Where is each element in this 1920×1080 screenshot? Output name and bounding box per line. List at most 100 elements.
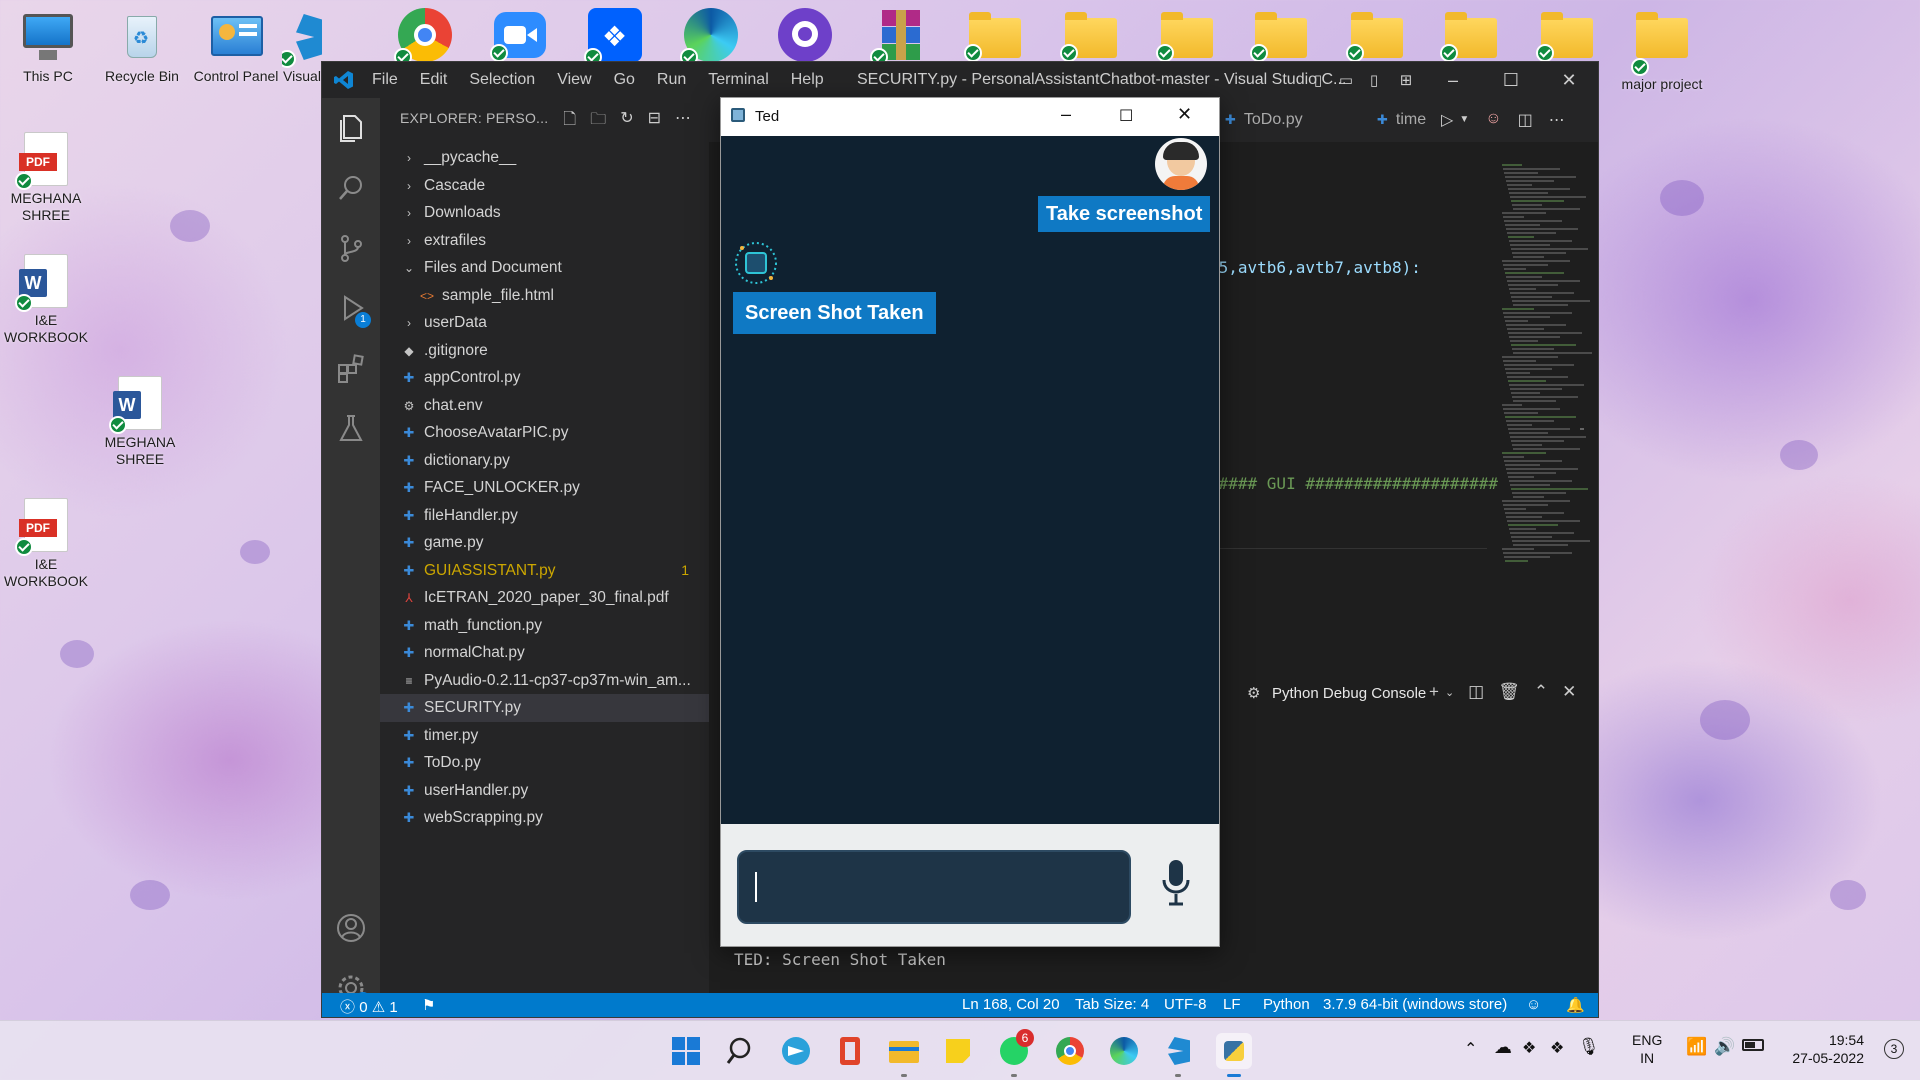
message-input[interactable] — [737, 850, 1131, 924]
sticky-notes-icon[interactable] — [940, 1033, 976, 1069]
folder-shortcut-icon[interactable] — [1346, 10, 1404, 64]
desktop-icon-recycle-bin[interactable]: ♻ Recycle Bin — [96, 10, 188, 85]
file-tree-item[interactable]: › Downloads — [380, 199, 709, 227]
file-tree-item[interactable]: ◆ .gitignore — [380, 337, 709, 365]
file-tree-item[interactable]: › extrafiles — [380, 227, 709, 255]
folder-shortcut-icon[interactable] — [1440, 10, 1498, 64]
edge-taskbar-icon[interactable] — [1106, 1033, 1142, 1069]
toggle-secondary-sidebar-icon[interactable]: ▯ — [1360, 71, 1388, 89]
menu-run[interactable]: Run — [657, 71, 686, 89]
folder-shortcut-icon[interactable] — [964, 10, 1022, 64]
cursor-position[interactable]: Ln 168, Col 20 — [962, 996, 1060, 1013]
file-tree-item[interactable]: › Cascade — [380, 172, 709, 200]
ted-minimize-button[interactable]: – — [1061, 104, 1071, 125]
notification-center-badge[interactable]: 3 — [1884, 1039, 1904, 1059]
desktop-icon-this-pc[interactable]: This PC — [2, 10, 94, 85]
desktop-icon-control-panel[interactable]: Control Panel — [190, 10, 282, 85]
source-control-icon[interactable] — [335, 232, 367, 264]
chrome-taskbar-icon[interactable] — [1052, 1033, 1088, 1069]
ted-maximize-button[interactable]: ☐ — [1119, 106, 1133, 126]
show-hidden-icons[interactable]: ⌃ — [1464, 1039, 1477, 1059]
folder-shortcut-icon[interactable] — [1536, 10, 1594, 64]
toggle-panel-icon[interactable]: ▭ — [1332, 71, 1360, 89]
file-tree-item[interactable]: ✚ SECURITY.py — [380, 694, 709, 722]
file-tree-item[interactable]: ⚙ chat.env — [380, 392, 709, 420]
vscode-taskbar-icon[interactable] — [1160, 1033, 1196, 1077]
desktop-icon-ie-workbook-word[interactable]: W I&E WORKBOOK — [0, 254, 92, 346]
split-terminal-icon[interactable]: ◫ — [1468, 682, 1484, 702]
extensions-icon[interactable] — [335, 352, 367, 384]
terminal-title[interactable]: Python Debug Console — [1272, 685, 1426, 702]
python-taskbar-icon[interactable] — [1216, 1033, 1252, 1077]
zoom-shortcut-icon[interactable] — [490, 12, 546, 62]
desktop-icon-visual-studio-code[interactable]: Visual — [282, 10, 322, 85]
battery-icon[interactable] — [1742, 1039, 1764, 1051]
split-editor-icon[interactable]: ◫ — [1518, 110, 1533, 130]
new-terminal-icon[interactable]: + — [1429, 682, 1439, 702]
taskbar-search-icon[interactable] — [724, 1033, 760, 1069]
problems-status[interactable]: ⓧ 0 ⚠ 1 — [340, 996, 398, 1017]
winrar-shortcut-icon[interactable] — [870, 10, 928, 66]
run-dropdown-icon[interactable]: ▼ — [1459, 114, 1469, 130]
github-shortcut-icon[interactable] — [778, 8, 832, 62]
testing-icon[interactable] — [335, 412, 367, 444]
menu-selection[interactable]: Selection — [469, 71, 535, 89]
desktop-icon-meghana-pdf[interactable]: PDF MEGHANA SHREE — [0, 132, 92, 224]
more-actions-icon[interactable]: ⋯ — [675, 108, 691, 135]
live-share-icon[interactable]: ⚑ — [422, 996, 435, 1014]
editor-more-icon[interactable]: ⋯ — [1549, 110, 1565, 130]
file-tree-item[interactable]: ✚ game.py — [380, 529, 709, 557]
microphone-tray-icon[interactable]: 🎙 — [1578, 1037, 1600, 1057]
clock[interactable]: 19:54 27-05-2022 — [1782, 1031, 1864, 1067]
file-tree-item[interactable]: ✚ GUIASSISTANT.py 1 — [380, 557, 709, 585]
close-panel-icon[interactable]: ✕ — [1562, 682, 1576, 702]
menu-file[interactable]: File — [372, 71, 398, 89]
file-tree-item[interactable]: ✚ math_function.py — [380, 612, 709, 640]
file-tree-item[interactable]: ✚ ChooseAvatarPIC.py — [380, 419, 709, 447]
file-tree-item[interactable]: › __pycache__ — [380, 144, 709, 172]
dropbox-shortcut-icon[interactable]: ❖ — [584, 8, 642, 66]
file-tree-item[interactable]: <> sample_file.html — [380, 282, 709, 310]
menu-help[interactable]: Help — [791, 71, 824, 89]
desktop-icon-major-project[interactable]: major project — [1616, 10, 1708, 93]
file-tree-item[interactable]: ✚ ToDo.py — [380, 749, 709, 777]
edge-shortcut-icon[interactable] — [680, 8, 738, 66]
line-ending[interactable]: LF — [1223, 996, 1241, 1013]
search-icon[interactable] — [335, 172, 367, 204]
explorer-icon[interactable] — [335, 112, 367, 144]
office-icon[interactable] — [832, 1033, 868, 1069]
minimap[interactable] — [1502, 162, 1592, 662]
copilot-face-icon[interactable]: ☺ — [1485, 110, 1501, 130]
tab-timer[interactable]: ✚ time — [1377, 98, 1426, 142]
volume-icon[interactable]: 🔊 — [1714, 1037, 1735, 1057]
menu-edit[interactable]: Edit — [420, 71, 448, 89]
file-tree-item[interactable]: ✚ timer.py — [380, 722, 709, 750]
file-tree-item[interactable]: ⌄ Files and Document — [380, 254, 709, 282]
file-tree-item[interactable]: ✚ normalChat.py — [380, 639, 709, 667]
file-tree-item[interactable]: ✚ userHandler.py — [380, 777, 709, 805]
microphone-icon[interactable] — [1161, 858, 1191, 908]
chrome-shortcut-icon[interactable] — [394, 8, 452, 66]
notifications-bell-icon[interactable]: 🔔 — [1566, 996, 1585, 1014]
file-tree-item[interactable]: ⅄ IcETRAN_2020_paper_30_final.pdf — [380, 584, 709, 612]
folder-shortcut-icon[interactable] — [1060, 10, 1118, 64]
folder-shortcut-icon[interactable] — [1250, 10, 1308, 64]
desktop-icon-meghana-word[interactable]: W MEGHANA SHREE — [94, 376, 186, 468]
new-file-icon[interactable]: 🗋 — [563, 108, 576, 135]
run-file-icon[interactable]: ▷ — [1441, 110, 1453, 130]
account-icon[interactable] — [335, 912, 367, 944]
desktop-icon-ie-workbook-pdf[interactable]: PDF I&E WORKBOOK — [0, 498, 92, 590]
file-tree-item[interactable]: ✚ appControl.py — [380, 364, 709, 392]
language-mode[interactable]: Python — [1263, 996, 1310, 1013]
kill-terminal-icon[interactable]: 🗑 — [1498, 682, 1520, 702]
folder-shortcut-icon[interactable] — [1156, 10, 1214, 64]
tab-size[interactable]: Tab Size: 4 — [1075, 996, 1149, 1013]
maximize-panel-icon[interactable]: ⌃ — [1534, 682, 1548, 702]
menu-go[interactable]: Go — [614, 71, 635, 89]
run-debug-icon[interactable]: 1 — [335, 292, 371, 328]
feedback-icon[interactable]: ☺ — [1526, 996, 1541, 1013]
file-tree-item[interactable]: › userData — [380, 309, 709, 337]
dropbox-tray-icon[interactable]: ❖ — [1522, 1038, 1536, 1058]
file-tree-item[interactable]: ✚ webScrapping.py — [380, 804, 709, 832]
toggle-sidebar-icon[interactable]: ▯ — [1304, 71, 1332, 89]
